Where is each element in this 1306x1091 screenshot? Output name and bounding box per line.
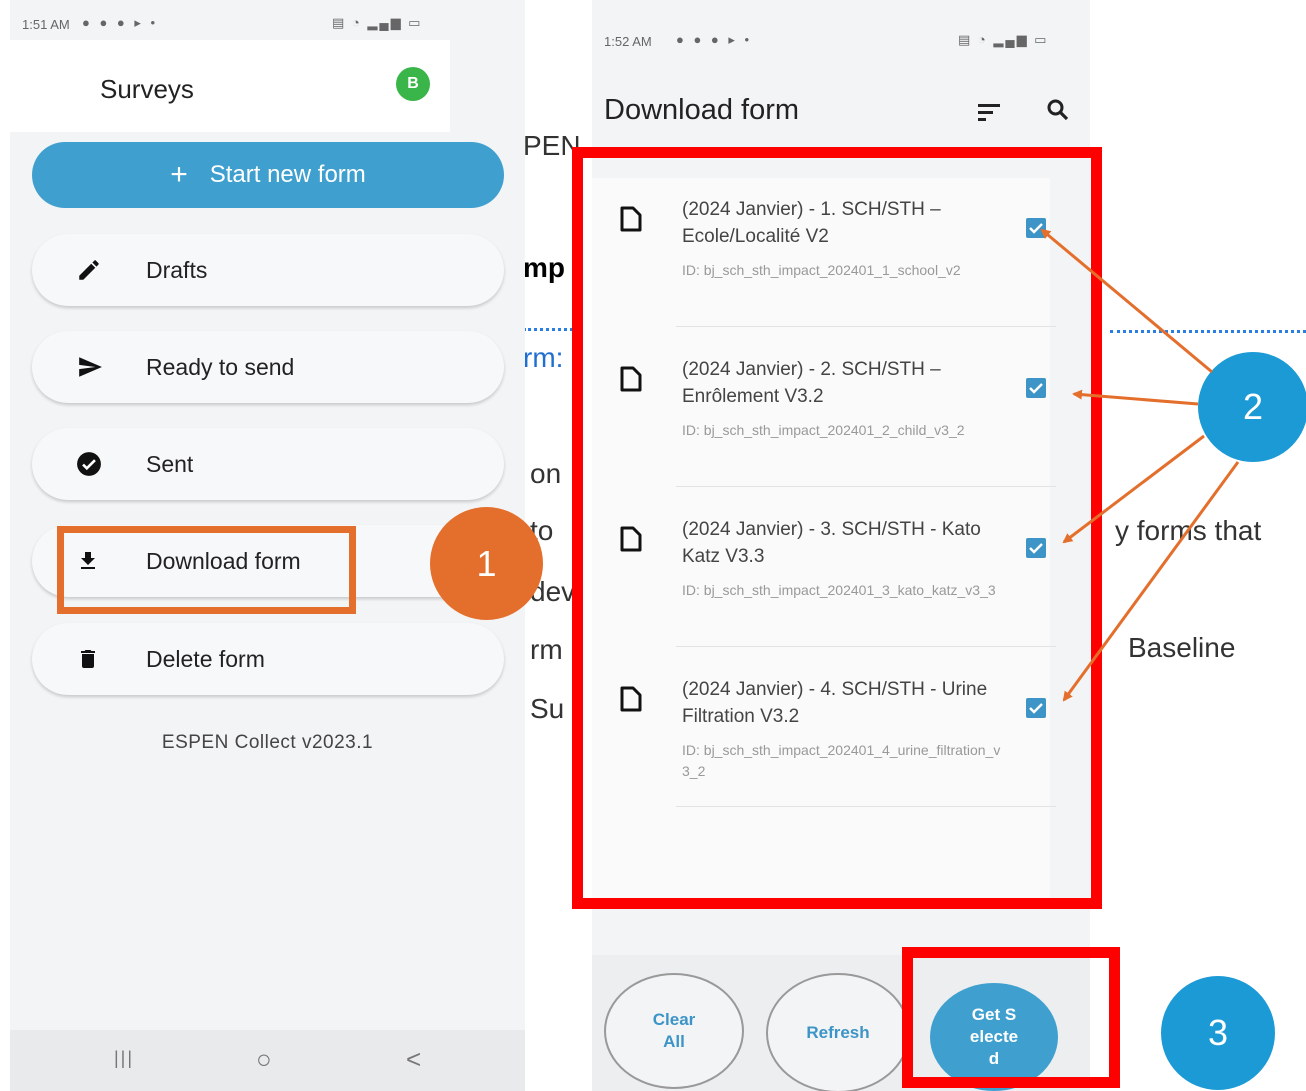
bg-frag-forms-that: y forms that	[1115, 515, 1262, 546]
bg-frag-baseline: Baseline	[1128, 632, 1236, 663]
check-circle-icon	[76, 451, 124, 477]
sent-label: Sent	[146, 450, 194, 477]
start-new-form-button[interactable]: + Start new form	[32, 142, 504, 208]
send-icon	[76, 354, 124, 380]
drafts-label: Drafts	[146, 256, 208, 283]
status-bar-time: 1:52 AM	[604, 34, 652, 49]
page-title: Download form	[604, 94, 800, 126]
step-badge-1: 1	[430, 507, 543, 620]
bg-frag-mp: mp	[523, 252, 565, 283]
app-version: ESPEN Collect v2023.1	[161, 732, 374, 753]
ready-to-send-label: Ready to send	[146, 353, 295, 380]
back-icon[interactable]: <	[406, 1044, 421, 1075]
refresh-button[interactable]: Refresh	[766, 973, 910, 1091]
status-bar-signal: ▤ ◔ ▂▄▆ ▭	[958, 32, 1049, 47]
step-badge-3: 3	[1161, 976, 1275, 1090]
page-title: Surveys	[100, 74, 194, 104]
bg-link-underline-right	[1110, 330, 1306, 333]
trash-icon	[76, 646, 124, 672]
bg-frag-on: on	[530, 458, 562, 489]
home-icon[interactable]: ○	[256, 1044, 272, 1075]
ready-to-send-button[interactable]: Ready to send	[32, 331, 504, 403]
pencil-icon	[76, 257, 124, 283]
status-bar-icons: ● ● ● ▸ •	[82, 15, 159, 30]
clear-all-button[interactable]: Clear All	[604, 973, 744, 1089]
bg-frag-rm2: rm	[530, 634, 563, 665]
highlight-box-form-list	[572, 147, 1102, 909]
avatar[interactable]: B	[396, 67, 430, 101]
delete-form-label: Delete form	[146, 645, 265, 672]
highlight-box-download-form	[57, 526, 356, 614]
app-header: Surveys B	[10, 40, 450, 132]
status-bar-signal: ▤ ◔ ▂▄▆ ▭	[332, 15, 423, 30]
recent-apps-icon[interactable]: |||	[114, 1048, 134, 1069]
plus-icon: +	[170, 158, 188, 191]
highlight-box-get-selected	[902, 947, 1120, 1088]
delete-form-button[interactable]: Delete form	[32, 623, 504, 695]
bg-frag-su: Su	[530, 693, 565, 724]
start-new-form-label: Start new form	[209, 161, 366, 188]
status-bar-time: 1:51 AM	[22, 17, 70, 32]
drafts-button[interactable]: Drafts	[32, 234, 504, 306]
search-icon[interactable]	[1046, 98, 1070, 127]
bg-frag-rm: rm:	[523, 342, 564, 373]
status-bar-icons: ● ● ● ▸ •	[676, 32, 753, 47]
system-navbar: ||| ○ <	[10, 1030, 525, 1091]
sent-button[interactable]: Sent	[32, 428, 504, 500]
sort-icon[interactable]	[978, 102, 1000, 127]
step-badge-2: 2	[1198, 352, 1306, 462]
bg-link-underline-left	[523, 328, 578, 331]
